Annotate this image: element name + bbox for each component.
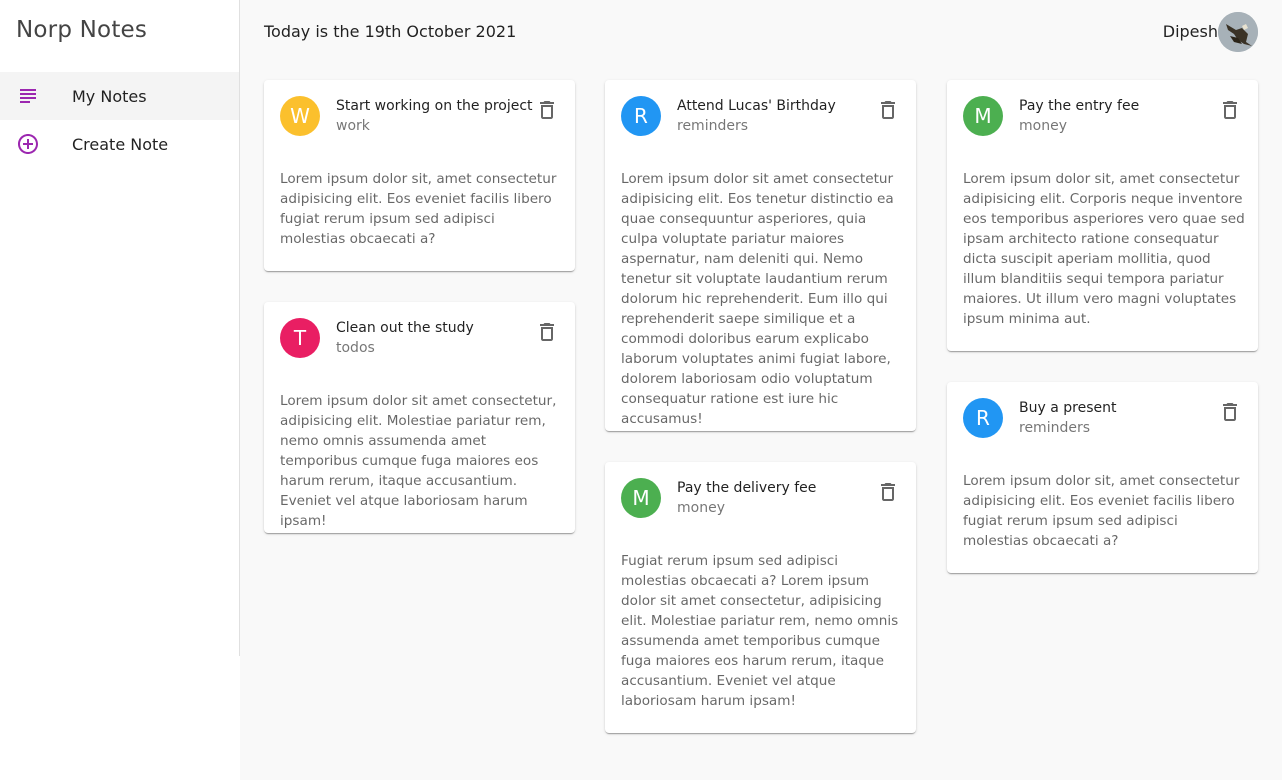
note-avatar: R — [621, 96, 661, 136]
trash-icon — [540, 323, 554, 341]
note-avatar: T — [280, 318, 320, 358]
note-card: T Clean out the study todos Lorem ipsum … — [264, 302, 575, 533]
note-card: M Pay the entry fee money Lorem ipsum do… — [947, 80, 1258, 351]
delete-button[interactable] — [535, 98, 559, 122]
note-body: Lorem ipsum dolor sit, amet consectetur … — [963, 473, 1240, 549]
note-category: reminders — [677, 118, 749, 134]
note-category: work — [336, 118, 370, 134]
note-title: Clean out the study — [336, 320, 474, 336]
trash-icon — [881, 101, 895, 119]
note-body: Lorem ipsum dolor sit, amet consectetur … — [280, 171, 557, 247]
notes-list-icon — [16, 84, 40, 108]
trash-icon — [1223, 101, 1237, 119]
app-title: Norp Notes — [16, 17, 148, 43]
note-body: Lorem ipsum dolor sit amet consectetur, … — [280, 393, 557, 529]
note-card: W Start working on the project work Lore… — [264, 80, 575, 271]
note-title: Buy a present — [1019, 400, 1117, 416]
note-avatar: M — [621, 478, 661, 518]
trash-icon — [540, 101, 554, 119]
trash-icon — [881, 483, 895, 501]
trash-icon — [1223, 403, 1237, 421]
note-avatar: W — [280, 96, 320, 136]
sidebar-item-label: My Notes — [72, 86, 147, 106]
note-title: Start working on the project — [336, 98, 533, 114]
sidebar-item-label: Create Note — [72, 134, 169, 154]
note-body: Fugiat rerum ipsum sed adipisci molestia… — [621, 553, 899, 709]
sidebar-item-my-notes[interactable]: My Notes — [0, 72, 239, 120]
sidebar: Norp Notes My Notes Create Note — [0, 0, 240, 656]
eagle-icon — [1218, 12, 1258, 52]
note-category: reminders — [1019, 420, 1091, 436]
user-name: Dipesh — [1162, 22, 1218, 41]
app-bar: Today is the 19th October 2021 Dipesh — [240, 0, 1282, 64]
note-category: todos — [336, 340, 375, 356]
note-title: Attend Lucas' Birthday — [677, 98, 836, 114]
date-display: Today is the 19th October 2021 — [264, 22, 517, 41]
delete-button[interactable] — [535, 320, 559, 344]
note-card: M Pay the delivery fee money Fugiat reru… — [605, 462, 916, 733]
note-body: Lorem ipsum dolor sit, amet consectetur … — [963, 171, 1245, 327]
note-title: Pay the delivery fee — [677, 480, 817, 496]
note-body: Lorem ipsum dolor sit amet consectetur a… — [621, 171, 894, 427]
note-card: R Buy a present reminders Lorem ipsum do… — [947, 382, 1258, 573]
sidebar-item-create-note[interactable]: Create Note — [0, 120, 239, 168]
avatar[interactable] — [1218, 12, 1258, 52]
note-card: R Attend Lucas' Birthday reminders Lorem… — [605, 80, 916, 431]
note-title: Pay the entry fee — [1019, 98, 1140, 114]
delete-button[interactable] — [876, 480, 900, 504]
note-category: money — [1019, 118, 1067, 134]
add-circle-icon — [16, 132, 40, 156]
note-avatar: M — [963, 96, 1003, 136]
delete-button[interactable] — [1218, 400, 1242, 424]
note-category: money — [677, 500, 725, 516]
delete-button[interactable] — [876, 98, 900, 122]
sidebar-footer — [0, 656, 240, 780]
delete-button[interactable] — [1218, 98, 1242, 122]
note-avatar: R — [963, 398, 1003, 438]
